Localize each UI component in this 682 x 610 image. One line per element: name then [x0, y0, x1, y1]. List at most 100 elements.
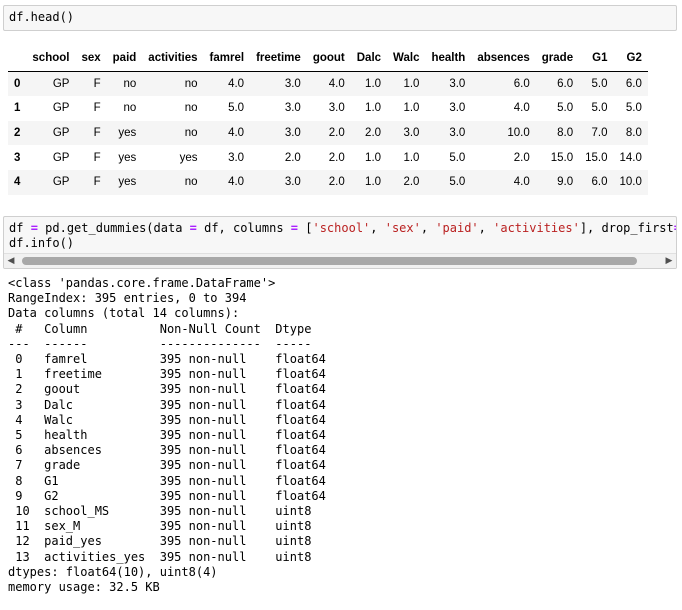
- table-cell: 3.0: [284, 77, 301, 90]
- table-cell: 6.0: [513, 77, 530, 90]
- table-cell: 5.0: [591, 77, 608, 90]
- table-cell: 1.0: [403, 77, 420, 90]
- code-token: ], drop_first: [579, 221, 674, 235]
- code-token: pd.get_dummies(data: [37, 221, 190, 235]
- table-cell: 5.0: [449, 151, 466, 164]
- table-cell: 3.0: [449, 77, 466, 90]
- output-line: 5 health 395 non-null float64: [8, 428, 326, 443]
- horizontal-scrollbar[interactable]: ◀ ▶: [4, 253, 676, 268]
- column-header: Dalc: [350, 46, 388, 72]
- code-token: df, columns: [196, 221, 291, 235]
- table-cell: 3.0: [449, 102, 466, 115]
- table-cell: 2.0: [513, 151, 530, 164]
- table-cell: 1.0: [365, 102, 382, 115]
- column-header: freetime: [250, 46, 307, 72]
- table-cell: 15.0: [585, 151, 608, 164]
- output-line: <class 'pandas.core.frame.DataFrame'>: [8, 276, 276, 290]
- code-text[interactable]: df = pd.get_dummies(data = df, columns =…: [4, 217, 676, 255]
- table-cell: 9.0: [557, 176, 574, 189]
- info-output: <class 'pandas.core.frame.DataFrame'> Ra…: [8, 276, 326, 595]
- table-cell: 3.0: [284, 176, 301, 189]
- output-line: 2 goout 395 non-null float64: [8, 382, 326, 397]
- table-cell: 8.0: [557, 127, 574, 140]
- code-operator: =: [30, 221, 38, 235]
- output-line: 4 Walc 395 non-null float64: [8, 412, 326, 427]
- table-cell: 2.0: [284, 151, 301, 164]
- column-header: famrel: [203, 46, 251, 72]
- table-row: 0 GP F no no 4.0 3.0 4.0 1.0 1.0 3.0 6.0…: [8, 71, 648, 97]
- column-header: paid: [106, 46, 143, 72]
- table-cell: 2.0: [328, 176, 345, 189]
- column-header: absences: [471, 46, 536, 72]
- output-line: 1 freetime 395 non-null float64: [8, 367, 326, 382]
- table-cell: 4.0: [513, 102, 530, 115]
- output-line: 0 famrel 395 non-null float64: [8, 352, 326, 367]
- table-cell: GP: [52, 151, 70, 164]
- table-cell: 2.0: [403, 176, 420, 189]
- table-cell: 4.0: [513, 176, 530, 189]
- row-index: 4: [14, 176, 21, 189]
- table-row: 3 GP F yes yes 3.0 2.0 2.0 1.0 1.0 5.0 2…: [8, 145, 648, 170]
- column-header: activities: [142, 46, 204, 72]
- row-index: 0: [14, 77, 21, 90]
- table-cell: 6.0: [557, 77, 574, 90]
- table-cell: no: [184, 102, 198, 115]
- table-cell: 10.0: [619, 176, 642, 189]
- output-line: 7 grade 395 non-null float64: [8, 458, 326, 473]
- table-cell: 6.0: [625, 77, 642, 90]
- table-cell: 3.0: [328, 102, 345, 115]
- column-header: grade: [535, 46, 580, 72]
- table-cell: 15.0: [550, 151, 574, 164]
- column-header: goout: [306, 46, 351, 72]
- code-string: 'activities': [493, 221, 580, 235]
- scroll-right-arrow-icon[interactable]: ▶: [662, 254, 676, 268]
- table-cell: F: [93, 77, 101, 90]
- output-line: 6 absences 395 non-null float64: [8, 443, 326, 458]
- table-cell: 3.0: [403, 127, 420, 140]
- table-cell: 1.0: [403, 102, 420, 115]
- table-cell: GP: [52, 102, 70, 115]
- code-cell-head[interactable]: df.head(): [3, 5, 677, 31]
- table-cell: yes: [118, 127, 137, 140]
- output-line: 12 paid_yes 395 non-null uint8: [8, 534, 326, 549]
- column-header: G1: [579, 46, 614, 72]
- table-cell: 4.0: [228, 127, 245, 140]
- code-token: [: [298, 221, 313, 235]
- table-cell: 2.0: [365, 127, 382, 140]
- scrollbar-thumb[interactable]: [22, 257, 637, 265]
- table-cell: 5.0: [625, 102, 642, 115]
- table-cell: 1.0: [403, 151, 420, 164]
- code-token: ,: [420, 221, 436, 235]
- table-cell: F: [93, 176, 101, 189]
- table-cell: 14.0: [619, 151, 642, 164]
- table-cell: 5.0: [449, 176, 466, 189]
- table-cell: F: [93, 102, 101, 115]
- output-line: --- ------ -------------- -----: [8, 336, 326, 351]
- table-cell: 2.0: [328, 151, 345, 164]
- table-cell: GP: [52, 127, 70, 140]
- table-row: 1 GP F no no 5.0 3.0 3.0 1.0 1.0 3.0 4.0…: [8, 96, 648, 121]
- code-cell-get-dummies[interactable]: df = pd.get_dummies(data = df, columns =…: [3, 216, 677, 269]
- code-text[interactable]: df.head(): [4, 6, 676, 29]
- output-line: dtypes: float64(10), uint8(4): [8, 564, 218, 579]
- output-line: 8 G1 395 non-null float64: [8, 473, 326, 488]
- table-cell: GP: [52, 77, 70, 90]
- table-cell: 10.0: [507, 127, 530, 140]
- table-cell: no: [123, 102, 137, 115]
- table-cell: 1.0: [365, 176, 382, 189]
- code-string: 'paid': [435, 221, 479, 235]
- table-cell: 7.0: [591, 127, 608, 140]
- table-cell: 5.0: [557, 102, 574, 115]
- table-cell: 2.0: [328, 127, 345, 140]
- output-line: 9 G2 395 non-null float64: [8, 488, 326, 503]
- code-string: 'school': [312, 221, 371, 235]
- table-row: 4 GP F yes no 4.0 3.0 2.0 1.0 2.0 5.0 4.…: [8, 169, 648, 195]
- table-cell: 8.0: [625, 127, 642, 140]
- table-cell: 4.0: [328, 77, 345, 90]
- table-cell: 4.0: [228, 176, 245, 189]
- code-string: 'sex': [384, 221, 421, 235]
- code-token: ,: [478, 221, 494, 235]
- table-cell: no: [184, 176, 198, 189]
- scroll-left-arrow-icon[interactable]: ◀: [4, 254, 18, 268]
- code-operator: =: [290, 221, 299, 235]
